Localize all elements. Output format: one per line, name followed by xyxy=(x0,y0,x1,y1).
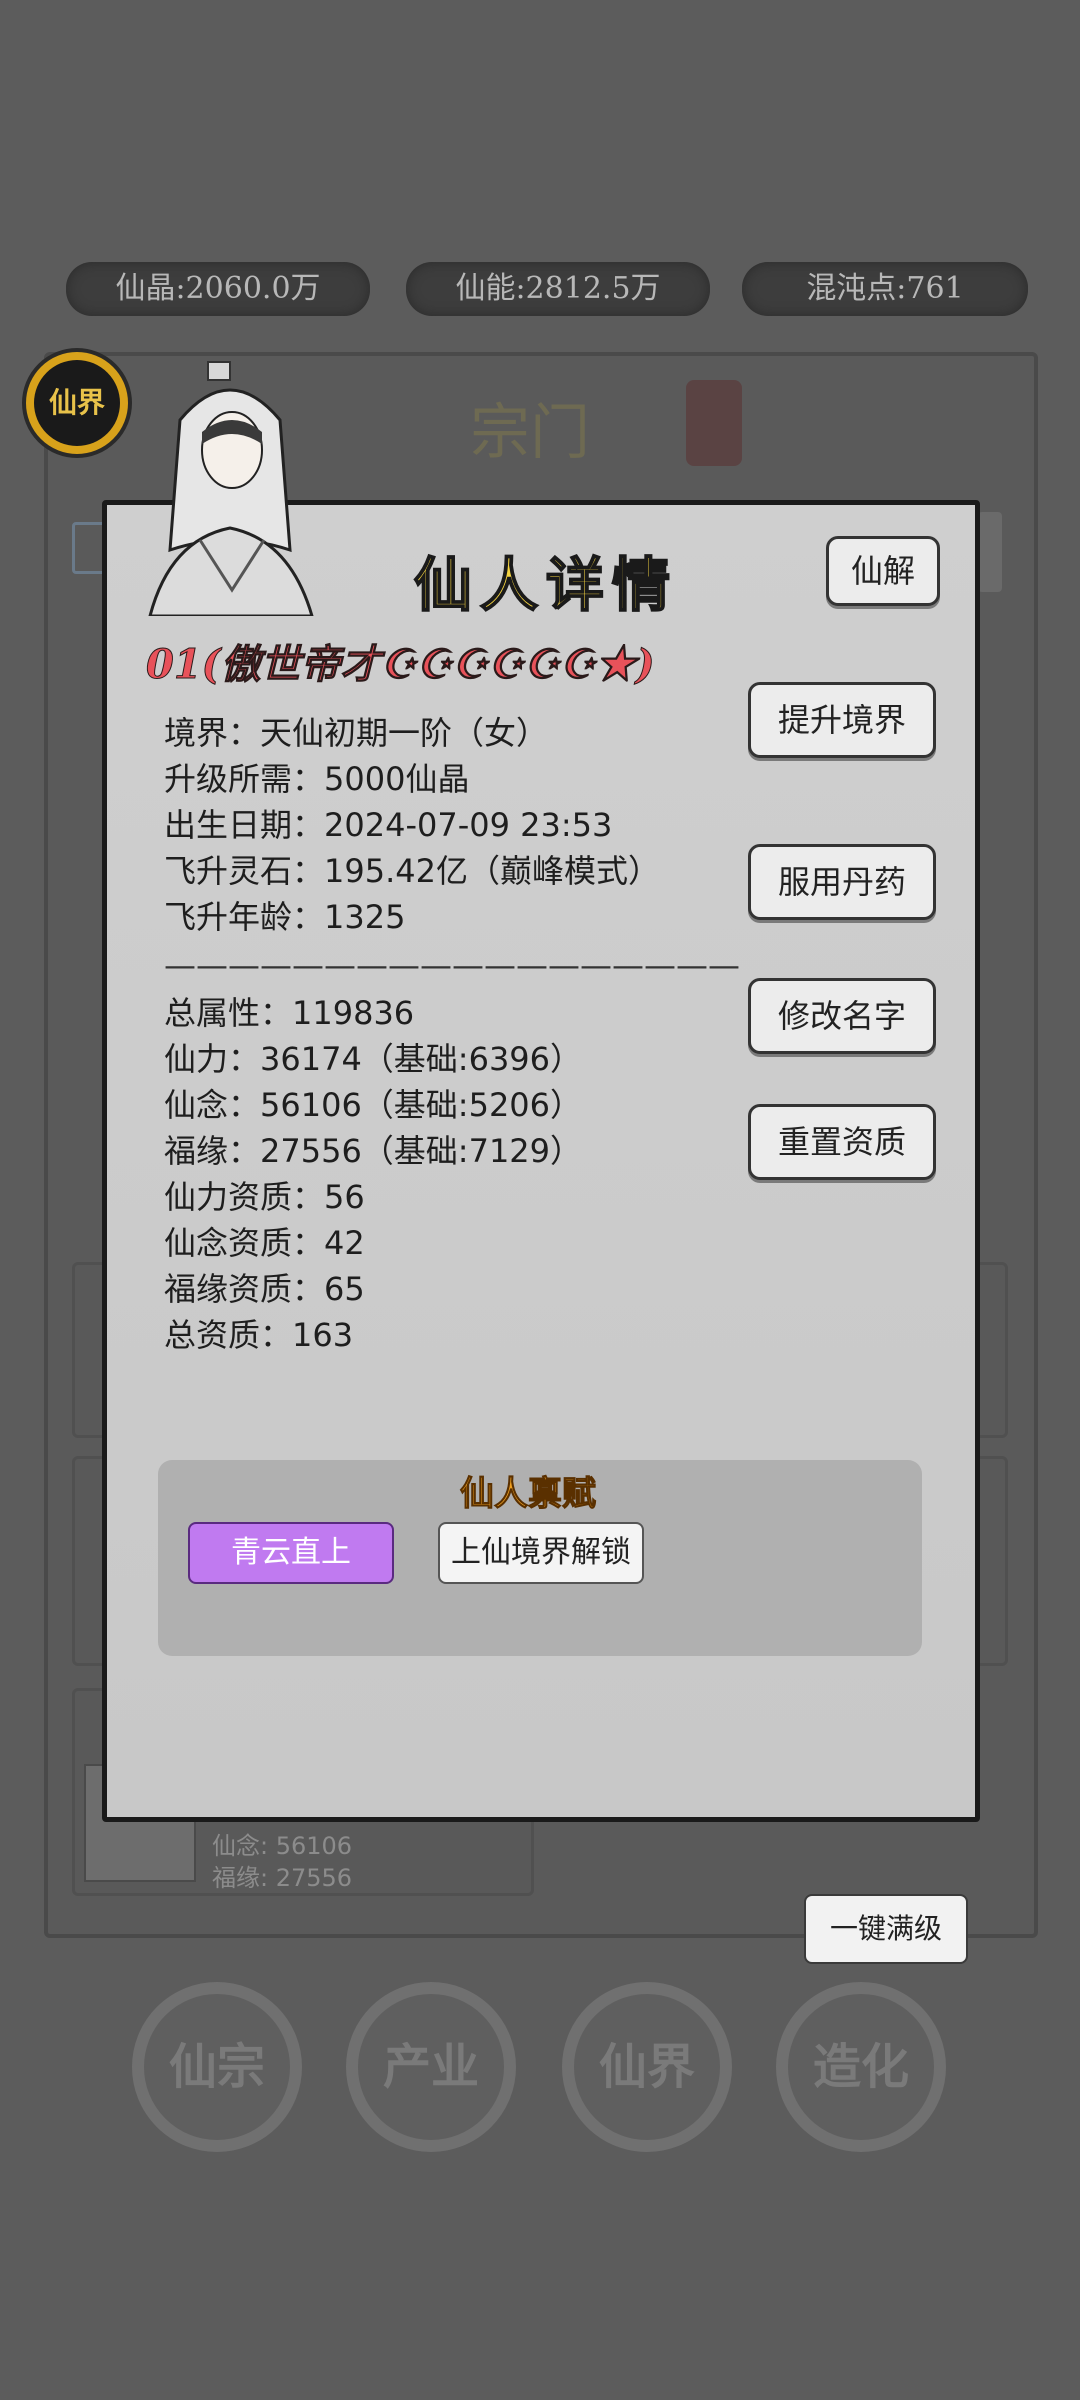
stat-mind: 仙念：56106（基础:5206） xyxy=(164,1086,583,1124)
immortal-portrait xyxy=(148,361,314,616)
gourd-icon: 仙界 xyxy=(34,360,120,446)
rename-button[interactable]: 修改名字 xyxy=(748,978,936,1054)
nav-label: 仙宗 xyxy=(168,2039,265,2095)
badge-label: 仙界 xyxy=(48,386,105,419)
upgrade-cost-info: 升级所需：5000仙晶 xyxy=(164,760,470,798)
sect-panel-title: 宗门 xyxy=(470,398,590,468)
realm-info: 境界：天仙初期一阶（女） xyxy=(164,714,549,752)
resource-energy: 仙能:2812.5万 xyxy=(406,262,710,316)
birth-date-info: 出生日期：2024-07-09 23:53 xyxy=(164,806,613,844)
card-stat: 福缘: 27556 xyxy=(212,1864,353,1892)
realm-badge-button[interactable]: 仙界 xyxy=(22,348,132,458)
immortal-name: 01(傲世帝才☪☪☪☪☪☪★) xyxy=(146,641,656,689)
one-key-max-button[interactable]: 一键满级 xyxy=(804,1894,968,1964)
side-tab[interactable] xyxy=(978,512,1002,592)
talent-unlock-button[interactable]: 上仙境界解锁 xyxy=(438,1522,644,1584)
nav-creation[interactable]: 造化 xyxy=(776,1982,946,2152)
aptitude-luck: 福缘资质：65 xyxy=(164,1270,365,1308)
aptitude-power: 仙力资质：56 xyxy=(164,1178,365,1216)
resource-crystal: 仙晶:2060.0万 xyxy=(66,262,370,316)
nav-industry[interactable]: 产业 xyxy=(346,1982,516,2152)
aptitude-total: 总资质：163 xyxy=(164,1316,354,1354)
seal-icon xyxy=(686,380,742,466)
ascension-stone-info: 飞升灵石：195.42亿（巅峰模式） xyxy=(164,852,660,890)
nav-label: 仙界 xyxy=(598,2039,695,2095)
stat-luck: 福缘：27556（基础:7129） xyxy=(164,1132,583,1170)
ascension-age-info: 飞升年龄：1325 xyxy=(164,898,406,936)
nav-realm[interactable]: 仙界 xyxy=(562,1982,732,2152)
card-stat: 仙念: 56106 xyxy=(212,1832,353,1860)
stat-power: 仙力：36174（基础:6396） xyxy=(164,1040,583,1078)
aptitude-mind: 仙念资质：42 xyxy=(164,1224,365,1262)
divider: —————————————————— xyxy=(164,946,740,984)
resource-chaos-points: 混沌点:761 xyxy=(742,262,1028,316)
talent-title: 仙人禀赋 xyxy=(460,1474,597,1515)
upgrade-realm-button[interactable]: 提升境界 xyxy=(748,682,936,758)
dissolve-button[interactable]: 仙解 xyxy=(826,536,940,606)
nav-label: 造化 xyxy=(812,2039,909,2095)
nav-sect[interactable]: 仙宗 xyxy=(132,1982,302,2152)
modal-title: 仙人详情 xyxy=(413,550,679,620)
talent-qingyun-button[interactable]: 青云直上 xyxy=(188,1522,394,1584)
take-pill-button[interactable]: 服用丹药 xyxy=(748,844,936,920)
nav-label: 产业 xyxy=(382,2039,479,2095)
stat-total: 总属性：119836 xyxy=(164,994,415,1032)
reset-aptitude-button[interactable]: 重置资质 xyxy=(748,1104,936,1180)
